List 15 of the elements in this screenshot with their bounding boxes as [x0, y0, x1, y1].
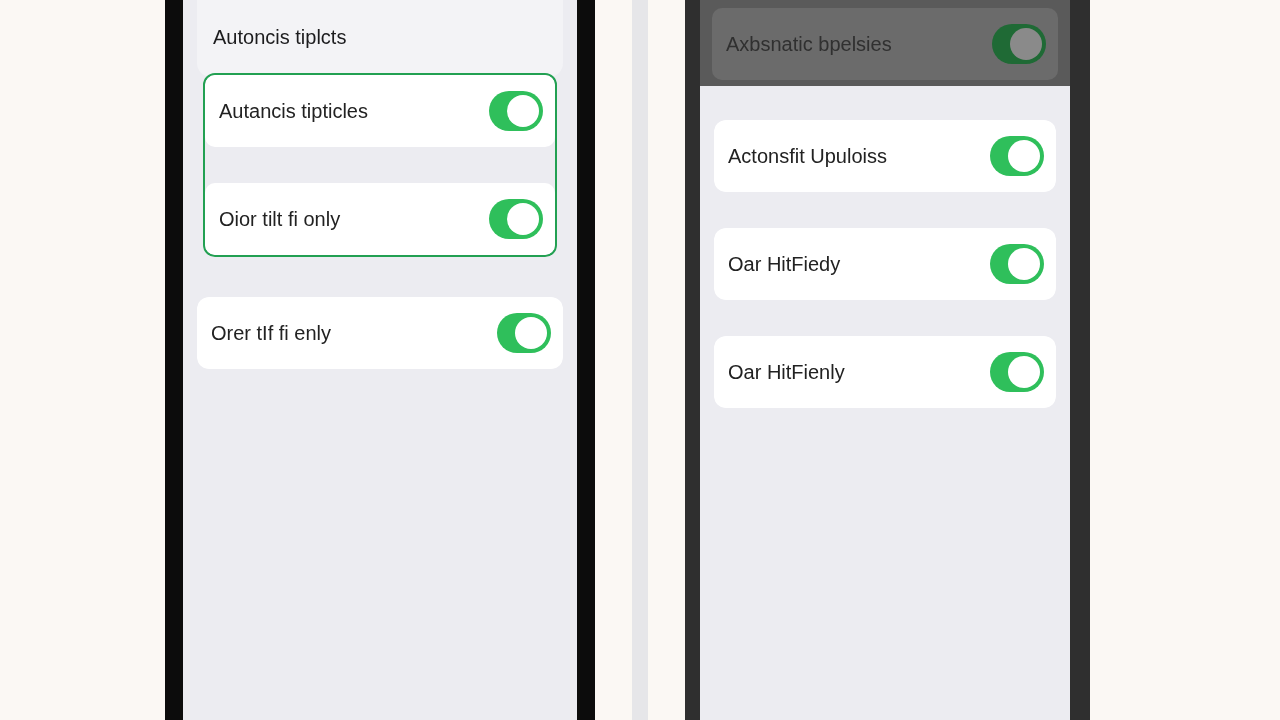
toggle-switch[interactable]: [990, 352, 1044, 392]
toggle-switch[interactable]: [990, 244, 1044, 284]
toggle-switch[interactable]: [992, 24, 1046, 64]
setting-label: Oior tilt fi only: [219, 207, 341, 231]
setting-label: Autancis tipticles: [219, 99, 368, 123]
setting-label: Orer tIf fi enly: [211, 321, 332, 345]
toggle-switch[interactable]: [489, 199, 543, 239]
toggle-switch[interactable]: [497, 313, 551, 353]
section-title: Autoncis tiplcts: [197, 0, 563, 77]
toggle-switch[interactable]: [489, 91, 543, 131]
toggle-switch[interactable]: [990, 136, 1044, 176]
setting-label: Oar HitFiedy: [728, 252, 841, 276]
setting-label: Actonsfit Upuloiss: [728, 144, 887, 168]
setting-label: Oar HitFienly: [728, 360, 845, 384]
setting-label: Axbsnatic bpelsies: [726, 32, 892, 56]
